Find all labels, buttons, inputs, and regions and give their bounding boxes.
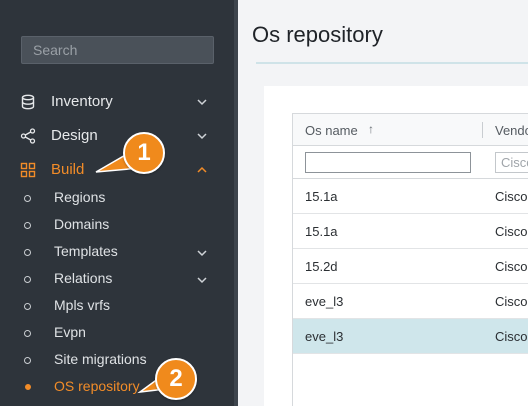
bullet-icon (24, 303, 31, 310)
sidebar-subitem-label: Domains (54, 216, 110, 232)
column-header-os-name[interactable]: Os name (305, 123, 358, 138)
table-header: Os name ↑ Vendor (293, 114, 528, 146)
cell-vendor: Cisco (495, 294, 528, 309)
share-nodes-icon (20, 128, 36, 144)
grid-icon (20, 162, 36, 178)
sidebar-subitem-regions[interactable]: Regions (0, 185, 234, 211)
bullet-icon (24, 330, 31, 337)
table-row[interactable]: eve_l3 Cisco (293, 284, 528, 319)
bullet-icon (24, 357, 31, 364)
os-name-filter-input[interactable] (305, 152, 471, 173)
sidebar-subitem-label: Evpn (54, 324, 86, 340)
callout-number: 1 (123, 132, 165, 174)
sidebar: Search Inventory Design Build Regions Do… (0, 0, 234, 406)
sidebar-subitem-label: Site migrations (54, 351, 147, 367)
cell-os-name: 15.1a (305, 189, 338, 204)
search-input[interactable]: Search (21, 36, 214, 64)
bullet-icon (25, 384, 31, 390)
title-divider (256, 62, 528, 64)
column-header-vendor[interactable]: Vendor (495, 123, 528, 138)
sidebar-subitem-label: Templates (54, 243, 118, 259)
vendor-filter-input[interactable]: Cisco (495, 152, 528, 173)
sidebar-item-design[interactable]: Design (0, 121, 234, 151)
table-row[interactable]: 15.2d Cisco (293, 249, 528, 284)
sidebar-item-label: Inventory (51, 93, 113, 110)
cell-vendor: Cisco (495, 259, 528, 274)
sidebar-subitem-os-repository[interactable]: OS repository (0, 374, 234, 400)
table-row-selected[interactable]: eve_l3 Cisco (293, 319, 528, 354)
bullet-icon (24, 222, 31, 229)
chevron-down-icon (197, 250, 207, 257)
page-title: Os repository (252, 22, 383, 47)
sidebar-item-label: Build (51, 161, 85, 178)
os-repository-table: Os name ↑ Vendor Cisco 15.1a Cisco 15.1a… (292, 113, 528, 406)
cell-vendor: Cisco (495, 189, 528, 204)
database-icon (21, 94, 35, 110)
sidebar-subitem-label: OS repository (54, 378, 140, 394)
cell-os-name: eve_l3 (305, 329, 344, 344)
chevron-up-icon (197, 166, 207, 173)
sidebar-subitem-label: Regions (54, 189, 106, 205)
chevron-down-icon (197, 277, 207, 284)
sidebar-subitem-evpn[interactable]: Evpn (0, 320, 234, 346)
sidebar-item-inventory[interactable]: Inventory (0, 87, 234, 117)
chevron-down-icon (197, 99, 207, 106)
sidebar-subitem-label: Mpls vrfs (54, 297, 110, 313)
callout-number: 2 (155, 358, 197, 400)
sidebar-subitem-site-migrations[interactable]: Site migrations (0, 347, 234, 373)
bullet-icon (24, 249, 31, 256)
sidebar-subitem-relations[interactable]: Relations (0, 266, 234, 292)
filter-row: Cisco (293, 146, 528, 179)
sidebar-item-label: Design (51, 127, 98, 144)
cell-os-name: 15.1a (305, 224, 338, 239)
chevron-down-icon (197, 133, 207, 140)
column-separator[interactable] (482, 122, 483, 138)
sidebar-item-build[interactable]: Build (0, 155, 234, 185)
sidebar-subitem-templates[interactable]: Templates (0, 239, 234, 265)
bullet-icon (24, 195, 31, 202)
cell-os-name: 15.2d (305, 259, 338, 274)
bullet-icon (24, 276, 31, 283)
cell-vendor: Cisco (495, 224, 528, 239)
sidebar-subitem-mpls-vrfs[interactable]: Mpls vrfs (0, 293, 234, 319)
table-row[interactable]: 15.1a Cisco (293, 179, 528, 214)
table-row[interactable]: 15.1a Cisco (293, 214, 528, 249)
sort-ascending-icon[interactable]: ↑ (368, 122, 374, 136)
sidebar-divider (234, 0, 238, 406)
cell-vendor: Cisco (495, 329, 528, 344)
cell-os-name: eve_l3 (305, 294, 344, 309)
sidebar-subitem-label: Relations (54, 270, 113, 286)
sidebar-subitem-domains[interactable]: Domains (0, 212, 234, 238)
